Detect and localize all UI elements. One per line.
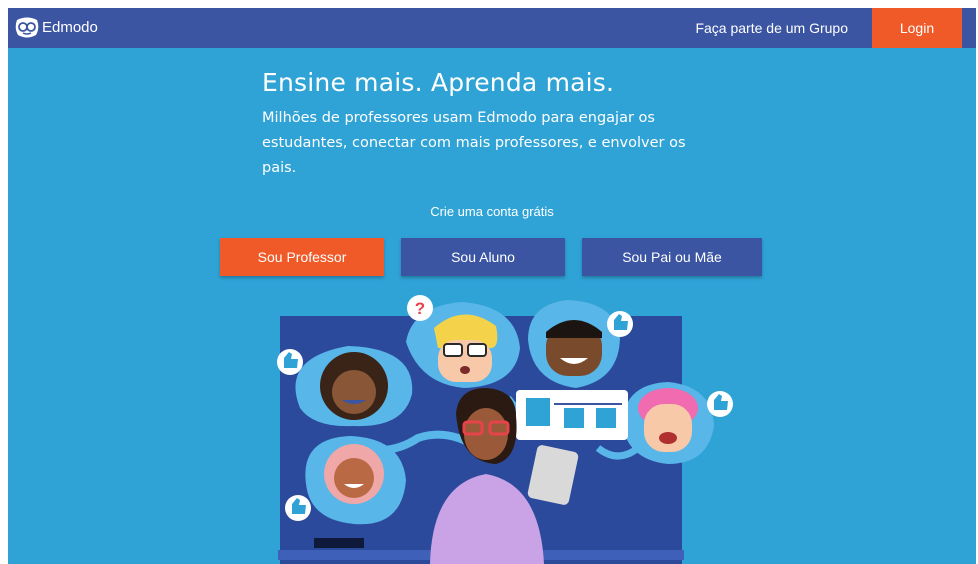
teacher-signup-button[interactable]: Sou Professor [220, 238, 384, 276]
top-navigation-bar: Edmodo Faça parte de um Grupo Login [8, 8, 976, 48]
page: Edmodo Faça parte de um Grupo Login Ensi… [8, 8, 976, 564]
question-mark: ? [415, 299, 425, 318]
parent-signup-button[interactable]: Sou Pai ou Mãe [582, 238, 762, 276]
student-signup-button[interactable]: Sou Aluno [401, 238, 565, 276]
question-icon: ? [407, 295, 433, 321]
edmodo-logo-icon[interactable] [14, 16, 40, 40]
thumbs-up-icon [285, 495, 311, 521]
login-button[interactable]: Login [872, 8, 962, 48]
page-headline: Ensine mais. Aprenda mais. [262, 68, 615, 97]
join-group-link[interactable]: Faça parte de um Grupo [695, 20, 848, 36]
hero-illustration: ? [277, 295, 733, 564]
thumbs-up-icon [277, 349, 303, 375]
signup-prompt: Crie uma conta grátis [430, 204, 554, 219]
thumbs-up-icon [707, 391, 733, 417]
brand-name[interactable]: Edmodo [42, 19, 98, 36]
hero-description: Milhões de professores usam Edmodo para … [262, 110, 686, 176]
thumbs-up-icon [607, 311, 633, 337]
